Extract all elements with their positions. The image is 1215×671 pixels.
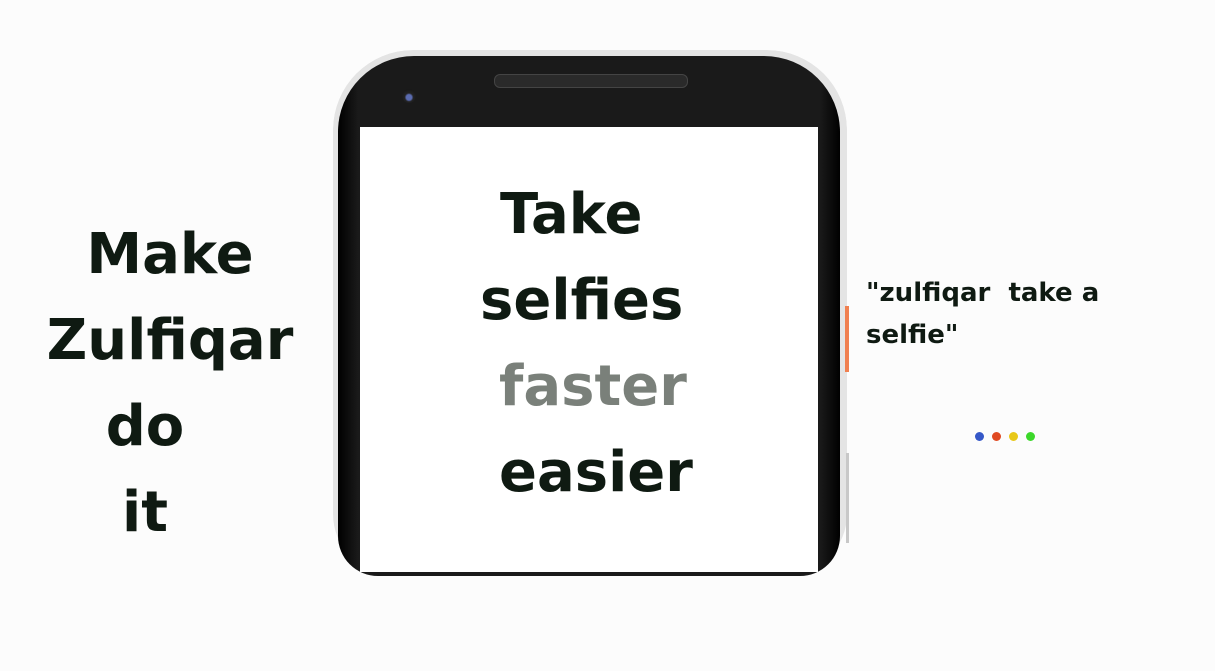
- dot-blue: [975, 432, 984, 441]
- speaker-grille: [494, 74, 688, 88]
- voice-command-line: "zulfiqar take a: [866, 278, 1100, 308]
- dot-green: [1026, 432, 1035, 441]
- headline-line: do: [105, 394, 185, 459]
- screen-line-selfies: selfies: [480, 268, 684, 333]
- power-button: [845, 306, 849, 372]
- headline-line: Make: [86, 222, 254, 287]
- headline-line: it: [122, 480, 168, 545]
- camera-icon: [402, 89, 416, 103]
- headline-line: Zulfiqar: [46, 308, 294, 373]
- voice-command: "zulfiqar take a selfie": [866, 272, 1126, 356]
- dot-red: [992, 432, 1001, 441]
- screen-line-faster: faster: [499, 354, 687, 419]
- screen-line-take: Take: [500, 182, 643, 247]
- screen-line-easier: easier: [499, 440, 693, 505]
- assistant-dots-icon: [975, 432, 1035, 441]
- headline: Make Zulfiqar do it: [40, 212, 300, 556]
- voice-command-line: selfie": [866, 320, 959, 350]
- dot-yellow: [1009, 432, 1018, 441]
- volume-button: [846, 453, 849, 543]
